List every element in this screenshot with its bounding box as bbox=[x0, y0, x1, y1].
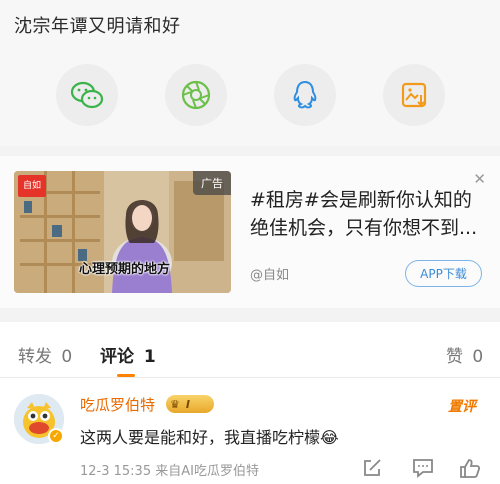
ad-video-thumbnail[interactable]: 自如 广告 心理预期的地方 bbox=[14, 171, 231, 293]
ad-video-caption: 心理预期的地方 bbox=[79, 262, 171, 277]
comment-icon bbox=[413, 459, 433, 478]
comment-meta: 12-3 15:35 来自AI吃瓜罗伯特 bbox=[80, 464, 259, 479]
comment-text[interactable]: 这两人要是能和好，我直播吃柠檬😂 bbox=[80, 424, 339, 448]
interaction-tabs: 转发 0 评论 1 赞 0 bbox=[0, 322, 500, 378]
close-icon[interactable]: ✕ bbox=[473, 170, 486, 188]
crown-icon: ♛ bbox=[170, 397, 180, 411]
featured-comment-tag: 置评 bbox=[448, 399, 476, 415]
tab-reposts-label: 转发 bbox=[18, 347, 52, 367]
thumbs-up-icon bbox=[460, 459, 481, 478]
tab-comments-label: 评论 bbox=[100, 347, 134, 367]
ad-brand-logo: 自如 bbox=[18, 175, 46, 197]
ad-text[interactable]: #租房#会是刷新你认知的绝佳机会，只有你想不到... bbox=[250, 186, 488, 242]
tab-reposts[interactable]: 转发 0 bbox=[18, 342, 72, 367]
tab-likes-count: 0 bbox=[472, 347, 484, 367]
comment-item: ✓ 吃瓜罗伯特 ♛ I 置评 这两人要是能和好，我直播吃柠檬😂 12-3 15:… bbox=[0, 378, 500, 484]
reply-comment-button[interactable] bbox=[412, 458, 434, 478]
edit-share-icon bbox=[364, 459, 381, 476]
wechat-icon bbox=[70, 81, 104, 109]
tab-comments[interactable]: 评论 1 bbox=[100, 342, 156, 367]
ad-source[interactable]: @自如 bbox=[250, 264, 289, 283]
tab-comments-count: 1 bbox=[143, 347, 156, 367]
ad-card[interactable]: 自如 广告 心理预期的地方 #租房#会是刷新你认知的绝佳机会，只有你想不到...… bbox=[0, 156, 500, 308]
moments-icon bbox=[181, 80, 211, 110]
member-level: I bbox=[185, 397, 190, 411]
app-download-button[interactable]: APP下载 bbox=[405, 260, 482, 287]
active-tab-indicator bbox=[117, 374, 135, 377]
verified-badge-icon: ✓ bbox=[48, 428, 64, 444]
ad-badge: 广告 bbox=[193, 171, 231, 195]
share-panel: 沈宗年谭又明请和好 bbox=[0, 0, 500, 146]
comment-username[interactable]: 吃瓜罗伯特 bbox=[80, 394, 155, 415]
tab-reposts-count: 0 bbox=[61, 347, 73, 367]
qq-icon bbox=[293, 80, 317, 109]
share-wechat-button[interactable] bbox=[56, 64, 118, 126]
share-moments-button[interactable] bbox=[165, 64, 227, 126]
tab-likes[interactable]: 赞 0 bbox=[446, 342, 483, 367]
save-image-button[interactable] bbox=[383, 64, 445, 126]
share-qq-button[interactable] bbox=[274, 64, 336, 126]
tab-likes-label: 赞 bbox=[446, 347, 463, 367]
page-title: 沈宗年谭又明请和好 bbox=[14, 16, 181, 37]
like-comment-button[interactable] bbox=[459, 458, 481, 478]
save-image-icon bbox=[401, 82, 427, 108]
repost-comment-button[interactable] bbox=[362, 458, 384, 478]
member-badge[interactable]: ♛ I bbox=[166, 395, 214, 413]
